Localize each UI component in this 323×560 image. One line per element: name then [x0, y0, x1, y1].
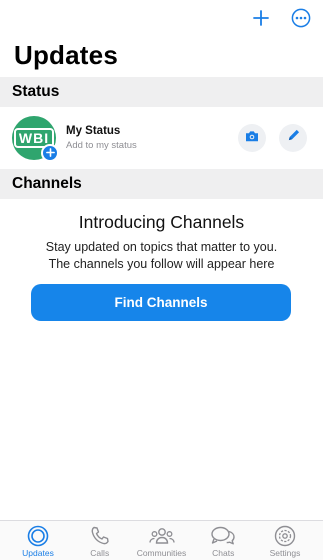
- tab-label: Updates: [22, 548, 54, 558]
- plus-icon: [45, 144, 55, 162]
- more-icon: [291, 8, 311, 28]
- more-options-button[interactable]: [291, 8, 311, 28]
- channels-section-label: Channels: [12, 175, 82, 192]
- settings-icon: [274, 525, 296, 547]
- updates-icon: [27, 525, 49, 547]
- tab-label: Calls: [90, 548, 110, 558]
- plus-icon: [253, 10, 269, 26]
- calls-icon: [89, 525, 111, 547]
- camera-button[interactable]: [238, 124, 266, 152]
- status-section-header: Status: [0, 77, 323, 107]
- tab-settings[interactable]: Settings: [255, 521, 315, 560]
- status-name: My Status: [66, 125, 121, 137]
- tab-label: Communities: [136, 548, 187, 558]
- status-subtitle: Add to my status: [66, 140, 137, 151]
- find-channels-button[interactable]: Find Channels: [31, 284, 291, 321]
- tab-calls[interactable]: Calls: [70, 521, 130, 560]
- pencil-button[interactable]: [279, 124, 307, 152]
- tab-label: Settings: [269, 548, 301, 558]
- pencil-icon: [287, 129, 300, 147]
- tab-label: Chats: [212, 548, 235, 558]
- tab-chats[interactable]: Chats: [193, 521, 253, 560]
- add-status-badge[interactable]: [41, 144, 59, 162]
- top-actions: [253, 6, 311, 30]
- page-title: Updates: [14, 40, 118, 70]
- camera-icon: [245, 129, 259, 147]
- communities-icon: [148, 525, 175, 547]
- chats-icon: [210, 525, 236, 547]
- new-status-button[interactable]: [253, 10, 269, 26]
- my-status-row[interactable]: WBI My Status Add to my status: [0, 107, 323, 169]
- channels-section-header: Channels: [0, 169, 323, 199]
- tab-updates[interactable]: Updates: [8, 521, 68, 560]
- intro-title: Introducing Channels: [78, 212, 245, 232]
- tab-communities[interactable]: Communities: [132, 521, 192, 560]
- intro-description-line-1: Stay updated on topics that matter to yo…: [45, 240, 278, 254]
- intro-description-line-2: The channels you follow will appear here: [48, 257, 275, 271]
- tab-bar: Updates Calls Communities Chats Settings: [0, 520, 323, 560]
- status-section-label: Status: [12, 83, 60, 100]
